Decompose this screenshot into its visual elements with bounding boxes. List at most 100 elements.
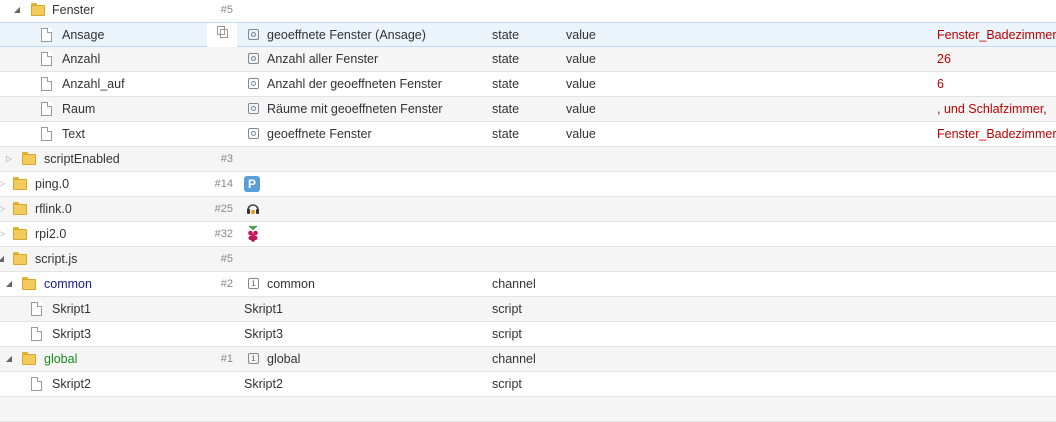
- row-value[interactable]: 26: [937, 47, 1056, 71]
- row-name: script.js: [35, 252, 78, 266]
- tree-row-scriptenabled[interactable]: ▷ scriptEnabled #3: [0, 147, 1056, 172]
- file-icon: [31, 377, 42, 391]
- row-type: state: [492, 102, 520, 116]
- row-name: Text: [62, 127, 85, 141]
- folder-icon: [13, 177, 27, 190]
- row-description: Skript1: [244, 302, 283, 316]
- folder-icon: [13, 252, 27, 265]
- folder-icon: [22, 277, 36, 290]
- row-description: geoeffnete Fenster: [267, 127, 372, 141]
- tree-row-skript3[interactable]: Skript3 Skript3 script: [0, 322, 1056, 347]
- triangle-down-icon[interactable]: ◢: [12, 0, 22, 22]
- row-description: Anzahl der geoeffneten Fenster: [267, 77, 442, 91]
- row-type: state: [492, 77, 520, 91]
- row-value[interactable]: , und Schlafzimmer,: [937, 97, 1056, 121]
- file-icon: [31, 302, 42, 316]
- row-description: global: [267, 352, 301, 366]
- file-icon: [41, 28, 52, 42]
- tree-row-partial[interactable]: [0, 397, 1056, 422]
- row-name: rpi2.0: [35, 227, 67, 241]
- triangle-right-icon[interactable]: ▷: [0, 197, 7, 221]
- triangle-right-icon[interactable]: ▷: [0, 172, 7, 196]
- folder-icon: [13, 202, 27, 215]
- row-type: state: [492, 127, 520, 141]
- child-count: #25: [214, 203, 233, 215]
- row-description: geoeffnete Fenster (Ansage): [267, 28, 426, 42]
- row-type: state: [492, 28, 520, 42]
- tree-row-rflink[interactable]: ▷ rflink.0 #25: [0, 197, 1056, 222]
- child-count: #5: [220, 253, 233, 265]
- row-type: script: [492, 327, 522, 341]
- row-value[interactable]: 6: [937, 72, 1056, 96]
- row-name: Ansage: [62, 28, 105, 42]
- state-icon: [248, 128, 259, 139]
- child-count: #5: [220, 4, 233, 16]
- row-description: Skript2: [244, 377, 283, 391]
- tree-row-rpi2[interactable]: ▷ rpi2.0 #32: [0, 222, 1056, 247]
- row-name: scriptEnabled: [44, 152, 120, 166]
- row-name: common: [44, 277, 92, 291]
- row-name: rflink.0: [35, 202, 72, 216]
- triangle-down-icon[interactable]: ◢: [4, 347, 14, 371]
- child-count: #1: [220, 353, 233, 365]
- triangle-right-icon[interactable]: ▷: [4, 147, 14, 171]
- file-icon: [41, 127, 52, 141]
- tree-row-ping[interactable]: ▷ ping.0 #14 P: [0, 172, 1056, 197]
- tree-row-global[interactable]: ◢ global #1 i global channel: [0, 347, 1056, 372]
- row-name: Anzahl_auf: [62, 77, 125, 91]
- tree-row-raum[interactable]: Raum Räume mit geoeffneten Fenster state…: [0, 97, 1056, 122]
- channel-icon: i: [248, 353, 259, 364]
- row-value[interactable]: Fenster_Badezimmer: [937, 122, 1056, 146]
- row-name: Anzahl: [62, 52, 101, 66]
- ping-adapter-icon: P: [244, 176, 260, 192]
- tree-row-ansage[interactable]: Ansage geoeffnete Fenster (Ansage) state…: [0, 22, 1056, 47]
- row-description: Anzahl aller Fenster: [267, 52, 379, 66]
- child-count: #32: [214, 228, 233, 240]
- object-tree-table: ◢ Fenster #5 Ansage geoeffnete Fenster (…: [0, 0, 1056, 422]
- row-name: global: [44, 352, 78, 366]
- row-description: Räume mit geoeffneten Fenster: [267, 102, 443, 116]
- tree-row-scriptjs[interactable]: ◢ script.js #5: [0, 247, 1056, 272]
- row-description: common: [267, 277, 315, 291]
- row-role: value: [566, 102, 596, 116]
- tree-row-fenster[interactable]: ◢ Fenster #5: [0, 0, 1056, 23]
- tree-row-text[interactable]: Text geoeffnete Fenster state value Fens…: [0, 122, 1056, 147]
- triangle-right-icon[interactable]: ▷: [0, 222, 7, 246]
- row-type: channel: [492, 352, 536, 366]
- tree-row-common[interactable]: ◢ common #2 i common channel: [0, 272, 1056, 297]
- tree-row-skript1[interactable]: Skript1 Skript1 script: [0, 297, 1056, 322]
- triangle-down-icon[interactable]: ◢: [0, 247, 6, 271]
- row-name: Fenster: [52, 3, 95, 17]
- row-name: Raum: [62, 102, 96, 116]
- row-role: value: [566, 28, 596, 42]
- row-type: state: [492, 52, 520, 66]
- file-icon: [31, 327, 42, 341]
- file-icon: [41, 77, 52, 91]
- row-value[interactable]: Fenster_Badezimmer: [937, 23, 1056, 47]
- tree-row-anzahl[interactable]: Anzahl Anzahl aller Fenster state value …: [0, 47, 1056, 72]
- row-name: Skript3: [52, 327, 91, 341]
- copy-icon[interactable]: [217, 26, 228, 38]
- channel-icon: i: [248, 278, 259, 289]
- row-description: Skript3: [244, 327, 283, 341]
- state-icon: [248, 103, 259, 114]
- row-name: Skript1: [52, 302, 91, 316]
- child-count: #3: [220, 153, 233, 165]
- row-role: value: [566, 52, 596, 66]
- headset-icon: [247, 204, 259, 215]
- row-type: channel: [492, 277, 536, 291]
- row-name: ping.0: [35, 177, 70, 191]
- row-type: script: [492, 302, 522, 316]
- file-icon: [41, 52, 52, 66]
- state-icon: [248, 53, 259, 64]
- tree-row-anzahl-auf[interactable]: Anzahl_auf Anzahl der geoeffneten Fenste…: [0, 72, 1056, 97]
- folder-icon: [31, 3, 45, 16]
- tree-row-skript2[interactable]: Skript2 Skript2 script: [0, 372, 1056, 397]
- file-icon: [41, 102, 52, 116]
- folder-icon: [22, 152, 36, 165]
- raspberry-pi-icon: [248, 225, 258, 242]
- row-role: value: [566, 77, 596, 91]
- folder-icon: [22, 352, 36, 365]
- triangle-down-icon[interactable]: ◢: [4, 272, 14, 296]
- state-icon: [248, 78, 259, 89]
